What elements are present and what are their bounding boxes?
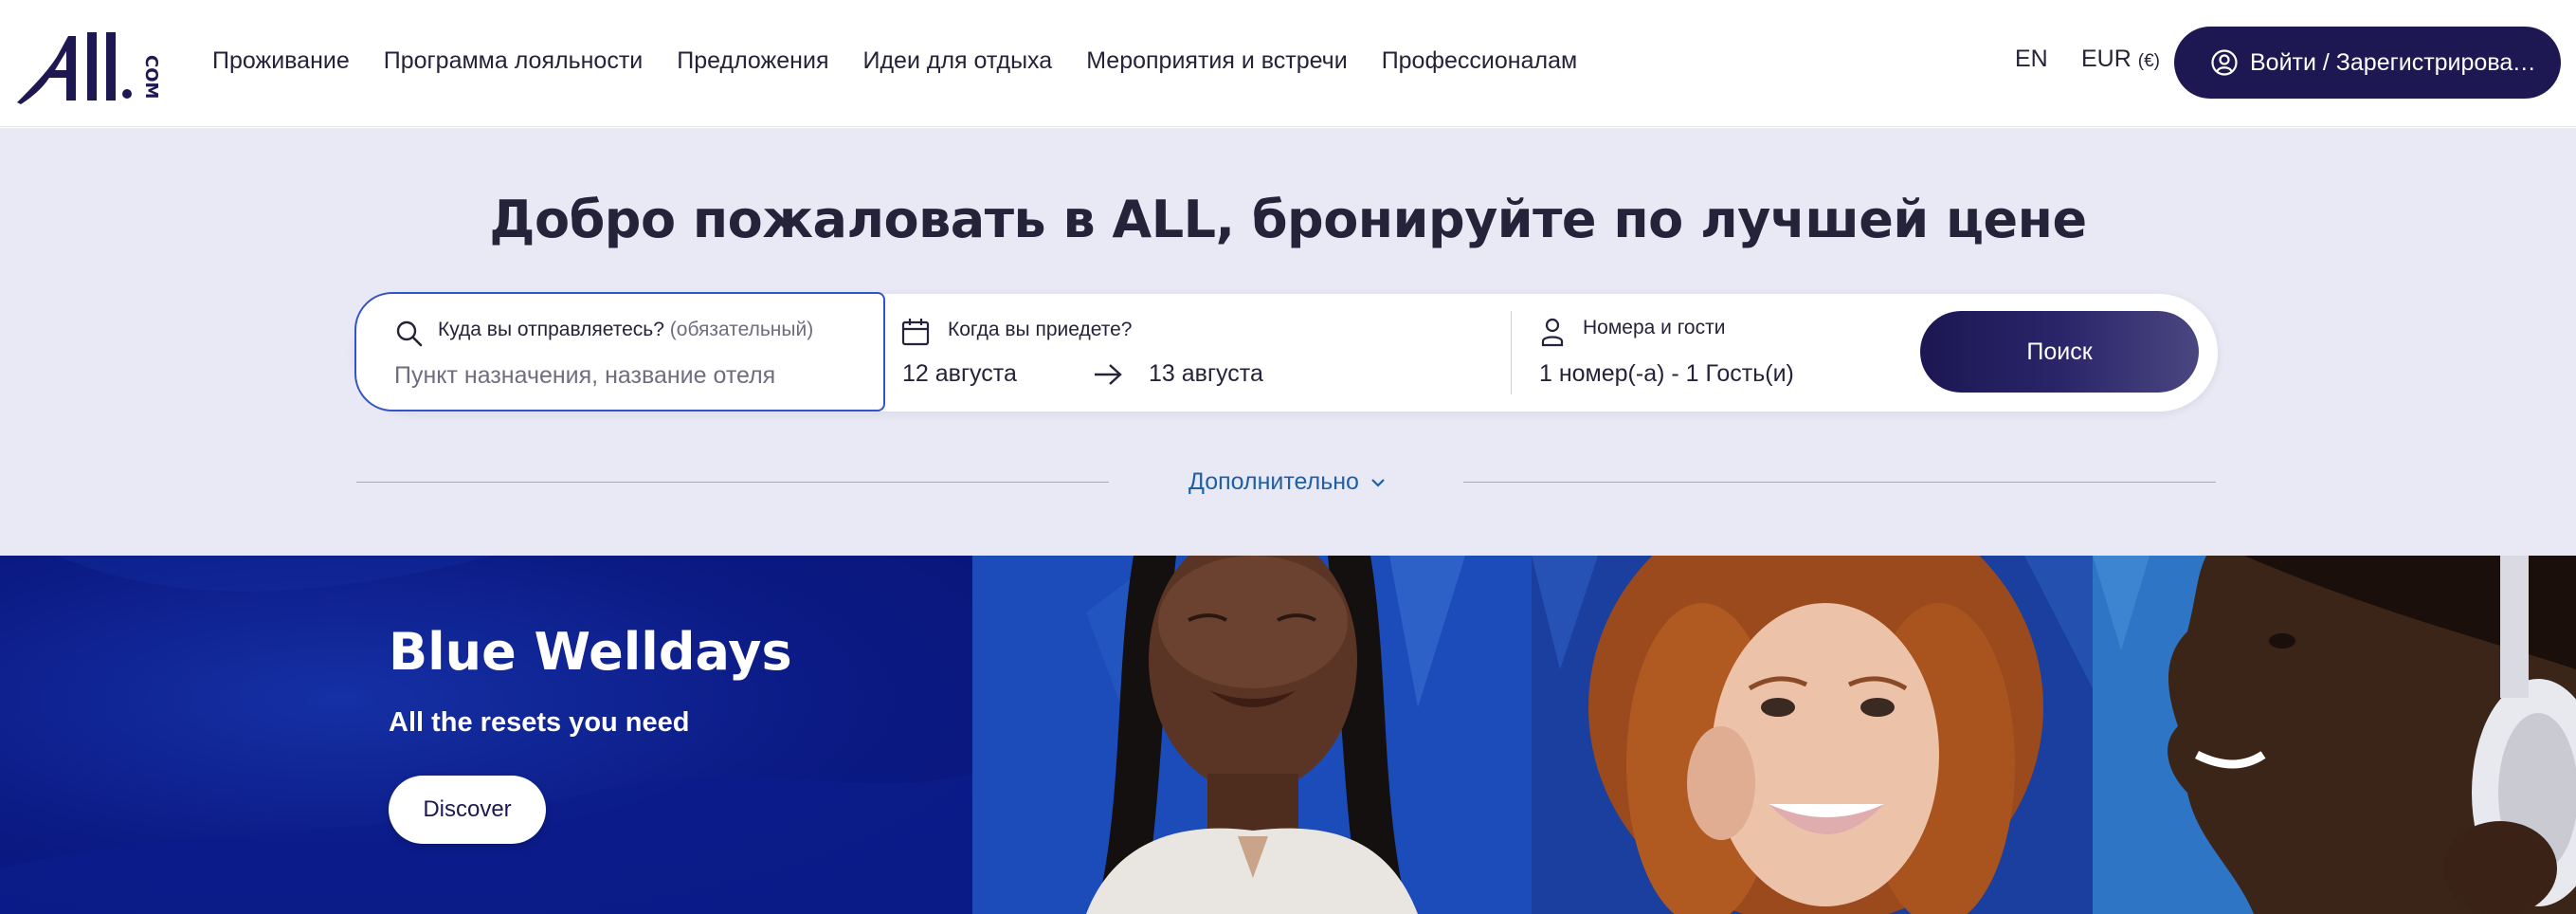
guests-value: 1 номер(-а) - 1 Гость(и) xyxy=(1539,360,1794,387)
destination-input[interactable] xyxy=(394,358,840,393)
checkin-date[interactable]: 12 августа xyxy=(902,360,1017,388)
search-icon xyxy=(394,319,425,349)
calendar-icon xyxy=(900,317,931,347)
guests-label: Номера и гости xyxy=(1583,317,1726,338)
login-label: Войти / Зарегистрироваться xyxy=(2250,48,2546,76)
login-button[interactable]: Войти / Зарегистрироваться xyxy=(2174,27,2561,99)
promo-photo-woman-braids xyxy=(972,556,1532,914)
svg-text:COM: COM xyxy=(141,55,161,99)
nav-item-stay[interactable]: Проживание xyxy=(212,47,350,75)
nav-item-loyalty[interactable]: Программа лояльности xyxy=(384,47,643,75)
destination-label-text: Куда вы отправляетесь? xyxy=(438,319,664,340)
dates-label: Когда вы приедете? xyxy=(948,319,1133,340)
currency-code: EUR xyxy=(2081,46,2132,72)
destination-required-note: (обязательный) xyxy=(669,319,814,340)
checkout-date[interactable]: 13 августа xyxy=(1149,360,1263,388)
chevron-down-icon xyxy=(1369,476,1388,489)
user-circle-icon xyxy=(2210,48,2239,77)
page-title: Добро пожаловать в ALL, бронируйте по лу… xyxy=(489,190,2087,249)
promo-photo-man-headphones xyxy=(2093,556,2576,914)
promo-title: Blue Welldays xyxy=(389,622,792,682)
site-header: COM Проживание Программа лояльности Пред… xyxy=(0,0,2576,127)
main-nav: Проживание Программа лояльности Предложе… xyxy=(212,0,1611,121)
divider-left xyxy=(356,482,1109,483)
nav-item-events[interactable]: Мероприятия и встречи xyxy=(1086,47,1348,75)
nav-item-professionals[interactable]: Профессионалам xyxy=(1382,47,1578,75)
dates-field[interactable]: Когда вы приедете? 12 августа 13 августа xyxy=(887,294,1513,411)
currency-symbol: (€) xyxy=(2137,51,2160,71)
guests-field[interactable]: Номера и гости 1 номер(-а) - 1 Гость(и) xyxy=(1516,294,1896,411)
divider-right xyxy=(1463,482,2216,483)
more-options-toggle[interactable]: Дополнительно xyxy=(1188,468,1388,496)
more-options-label: Дополнительно xyxy=(1188,468,1359,495)
nav-item-offers[interactable]: Предложения xyxy=(677,47,828,75)
promo-banner: Blue Welldays All the resets you need Di… xyxy=(0,556,2576,914)
promo-photo-woman-curly xyxy=(1532,556,2093,914)
discover-button[interactable]: Discover xyxy=(389,776,546,844)
arrow-right-icon xyxy=(1092,360,1124,389)
language-selector[interactable]: EN xyxy=(2015,46,2048,73)
nav-item-ideas[interactable]: Идеи для отдыха xyxy=(863,47,1053,75)
search-button[interactable]: Поиск xyxy=(1920,311,2199,393)
field-divider xyxy=(1511,311,1512,394)
currency-selector[interactable]: EUR (€) xyxy=(2081,46,2160,73)
all-logo[interactable]: COM xyxy=(13,19,174,108)
person-icon xyxy=(1539,317,1566,347)
destination-label: Куда вы отправляетесь? (обязательный) xyxy=(438,319,813,341)
promo-subtitle: All the resets you need xyxy=(389,707,690,738)
destination-field[interactable]: Куда вы отправляетесь? (обязательный) xyxy=(354,292,885,411)
